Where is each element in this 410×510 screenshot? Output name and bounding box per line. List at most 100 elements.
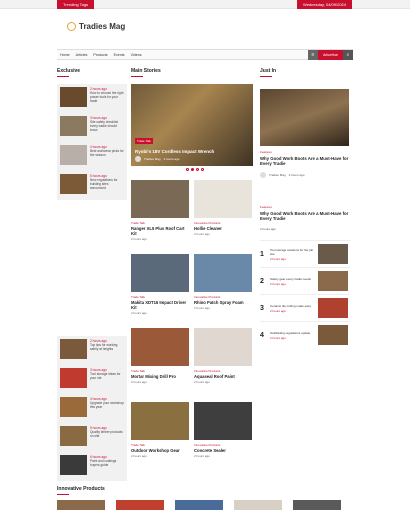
story-card[interactable]: Innovative Products Hollie Cleaner 2 hou… (194, 180, 252, 236)
thumbnail (60, 145, 87, 165)
card-image (194, 328, 252, 366)
card-title[interactable]: Makita XDT16 Impact Driver Kit (131, 300, 189, 310)
card-category[interactable]: Trade Talk (131, 369, 189, 373)
card-category[interactable]: Innovative Products (194, 443, 252, 447)
thumbnail (60, 397, 87, 417)
thumbnail (318, 298, 348, 318)
item-title: New regulations for building sites annou… (90, 178, 118, 190)
list-item[interactable]: 4 Scaffolding regulations update 2 hours … (260, 321, 350, 348)
list-item[interactable]: 1 Tool storage solutions for the job sit… (260, 240, 350, 267)
card-category[interactable]: Innovative Products (194, 295, 252, 299)
card-title[interactable]: Mortar Mixing Drill Pro (131, 374, 189, 379)
list-item[interactable]: 2 hours ago How to choose the right power… (57, 84, 127, 113)
just-in-category[interactable]: Features (260, 150, 272, 154)
list-item[interactable]: 3 Ceramic tile cutting made easy 2 hours … (260, 294, 350, 321)
carousel-dots (186, 168, 204, 171)
card-date: 2 hours ago (131, 380, 147, 384)
nav-item-home[interactable]: Home (60, 50, 70, 60)
nav-item-videos[interactable]: Videos (131, 50, 142, 60)
hero-author: Tradies Mag (144, 157, 161, 161)
list-item[interactable]: 3 hours ago Site safety checklist every t… (57, 113, 127, 142)
just-in-date-2: 2 hours ago (260, 227, 276, 231)
story-card[interactable]: Trade Talk Outdoor Workshop Gear 2 hours… (131, 402, 189, 458)
carousel-dot[interactable] (196, 168, 199, 171)
trending-tags-tab[interactable]: Trending Tags (57, 0, 95, 9)
card-title[interactable]: Outdoor Workshop Gear (131, 448, 189, 453)
item-title: How to choose the right power tools for … (90, 91, 124, 103)
card-date: 2 hours ago (194, 306, 210, 310)
story-card[interactable]: Trade Talk Mortar Mixing Drill Pro 2 hou… (131, 328, 189, 384)
thumbnail (318, 271, 348, 291)
product-thumbnail[interactable] (293, 500, 341, 510)
card-image (194, 180, 252, 218)
menu-icon[interactable]: ≡ (308, 50, 319, 60)
card-category[interactable]: Trade Talk (131, 221, 189, 225)
just-in-author: Tradies Mag (269, 173, 286, 177)
card-date: 2 hours ago (194, 454, 210, 458)
card-title[interactable]: Hollie Cleaner (194, 226, 252, 231)
hero-category[interactable]: Trade Talk (135, 138, 153, 144)
card-category[interactable]: Trade Talk (131, 443, 189, 447)
list-item[interactable]: 4 hours ago Best workwear picks for the s… (57, 142, 127, 171)
nav-item-articles[interactable]: Articles (76, 50, 88, 60)
exclusive-list-bottom: 2 hours ago Top tips for working safely a… (57, 336, 127, 481)
item-date: 2 hours ago (270, 308, 286, 313)
just-in-title[interactable]: Why Good Work Boots Are a Must-Have for … (260, 156, 350, 166)
advertise-button[interactable]: Advertise (318, 50, 343, 60)
product-thumbnail[interactable] (234, 500, 282, 510)
exclusive-list-top: 2 hours ago How to choose the right power… (57, 84, 127, 200)
logo-icon (67, 22, 76, 31)
site-logo[interactable]: Tradies Mag (67, 22, 125, 31)
story-card[interactable]: Innovative Products Rhino Patch Spray Fo… (194, 254, 252, 310)
item-title: Tool storage solutions for the job site (270, 247, 314, 256)
card-title[interactable]: Ranger XL5 Plus Roof Cart Kit (131, 226, 189, 236)
carousel-dot[interactable] (201, 168, 204, 171)
story-card[interactable]: Trade Talk Makita XDT16 Impact Driver Ki… (131, 254, 189, 315)
card-category[interactable]: Trade Talk (131, 295, 189, 299)
card-image (131, 402, 189, 440)
list-item[interactable]: 2 hours ago Top tips for working safely a… (57, 336, 127, 365)
list-item[interactable]: 2 Safety gear every tradie needs 2 hours … (260, 267, 350, 294)
card-date: 2 hours ago (194, 380, 210, 384)
card-title[interactable]: Rhino Patch Spray Foam (194, 300, 252, 305)
hero-title[interactable]: Ryobi's 18V Cordless Impact Wrench (135, 149, 249, 154)
item-title: Ceramic tile cutting made easy (270, 303, 312, 308)
story-card[interactable]: Innovative Products Concrete Sealer 2 ho… (194, 402, 252, 458)
product-thumbnail[interactable] (57, 500, 105, 510)
card-image (131, 254, 189, 292)
rank-number: 1 (260, 250, 264, 258)
just-in-hero-image[interactable] (260, 89, 349, 146)
item-title: Site safety checklist every tradie shoul… (90, 120, 118, 132)
search-icon[interactable]: ⌕ (343, 50, 353, 60)
thumbnail (318, 244, 348, 264)
list-item[interactable]: 3 hours ago Tool storage ideas for your u… (57, 365, 127, 394)
card-category[interactable]: Innovative Products (194, 369, 252, 373)
list-item[interactable]: 5 hours ago New regulations for building … (57, 171, 127, 200)
section-title-just-in: Just In (260, 68, 276, 77)
item-date: 2 hours ago (270, 281, 286, 286)
product-thumbnail[interactable] (116, 500, 164, 510)
story-card[interactable]: Innovative Products Aquaseal Roof Paint … (194, 328, 252, 384)
nav-item-products[interactable]: Products (93, 50, 107, 60)
list-item[interactable]: 6 hours ago Paint and coatings buyers gui… (57, 452, 127, 481)
just-in-title-2[interactable]: Why Good Work Boots Are a Must-Have for … (260, 211, 350, 221)
thumbnail (60, 87, 87, 107)
nav-item-events[interactable]: Events (114, 50, 125, 60)
item-title: Upgrade your workshop this year (90, 401, 124, 409)
item-title: Scaffolding regulations update (270, 330, 311, 335)
card-title[interactable]: Aquaseal Roof Paint (194, 374, 252, 379)
rank-number: 3 (260, 304, 264, 312)
hero-story[interactable]: Trade Talk Ryobi's 18V Cordless Impact W… (131, 84, 253, 166)
carousel-dot[interactable] (186, 168, 189, 171)
card-title[interactable]: Concrete Sealer (194, 448, 252, 453)
product-thumbnail[interactable] (175, 500, 223, 510)
carousel-dot[interactable] (191, 168, 194, 171)
section-title-main: Main Stories (131, 68, 161, 77)
story-card[interactable]: Trade Talk Ranger XL5 Plus Roof Cart Kit… (131, 180, 189, 241)
main-navigation: Home Articles Products Events Videos ≡ A… (57, 49, 353, 60)
just-in-category-2[interactable]: Features (260, 205, 272, 209)
list-item[interactable]: 5 hours ago Quality timber products on si… (57, 423, 127, 452)
item-title: Best workwear picks for the season (90, 149, 124, 157)
card-category[interactable]: Innovative Products (194, 221, 252, 225)
list-item[interactable]: 4 hours ago Upgrade your workshop this ye… (57, 394, 127, 423)
